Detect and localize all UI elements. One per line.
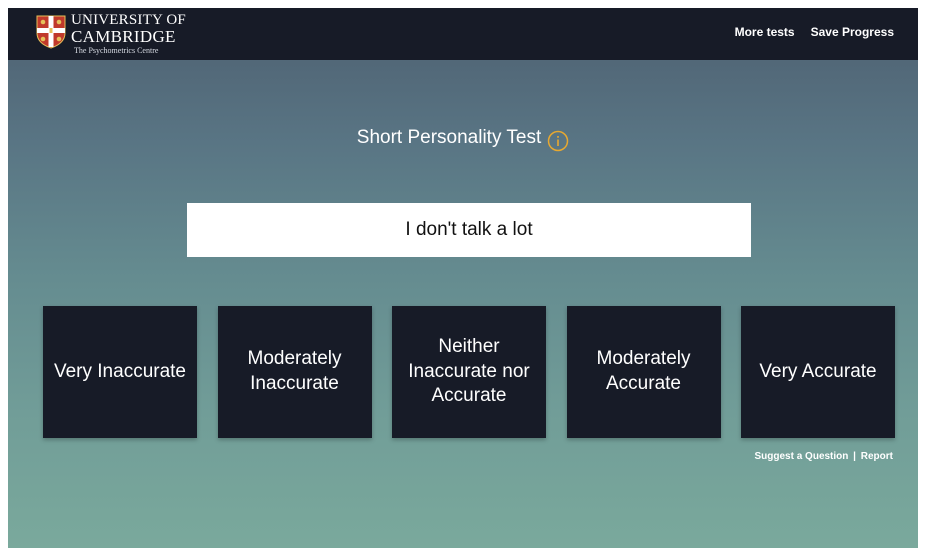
more-tests-link[interactable]: More tests bbox=[735, 25, 795, 39]
header-bar: UNIVERSITY OF CAMBRIDGE The Psychometric… bbox=[8, 8, 918, 60]
answer-very-accurate-button[interactable]: Very Accurate bbox=[741, 306, 895, 438]
save-progress-link[interactable]: Save Progress bbox=[811, 25, 894, 39]
footer-separator: | bbox=[853, 451, 856, 462]
logo-line-university: UNIVERSITY OF bbox=[71, 12, 186, 28]
university-shield-icon bbox=[36, 15, 66, 49]
answer-options: Very Inaccurate Moderately Inaccurate Ne… bbox=[43, 306, 895, 438]
answer-neither-button[interactable]: Neither Inaccurate nor Accurate bbox=[392, 306, 546, 438]
university-logo[interactable]: UNIVERSITY OF CAMBRIDGE The Psychometric… bbox=[36, 13, 186, 57]
answer-moderately-inaccurate-button[interactable]: Moderately Inaccurate bbox=[217, 306, 372, 438]
test-title-row: Short Personality Test bbox=[8, 124, 918, 152]
info-icon[interactable] bbox=[547, 130, 569, 152]
logo-text: UNIVERSITY OF CAMBRIDGE The Psychometric… bbox=[71, 13, 186, 55]
footer-links: Suggest a Question | Report bbox=[754, 451, 893, 462]
logo-line-cambridge: CAMBRIDGE bbox=[71, 27, 176, 46]
logo-line-centre: The Psychometrics Centre bbox=[74, 46, 159, 55]
page-title: Short Personality Test bbox=[356, 127, 542, 148]
answer-very-inaccurate-button[interactable]: Very Inaccurate bbox=[43, 306, 197, 438]
question-card: I don't talk a lot bbox=[187, 203, 751, 257]
suggest-question-link[interactable]: Suggest a Question bbox=[754, 451, 848, 462]
page-frame: UNIVERSITY OF CAMBRIDGE The Psychometric… bbox=[8, 8, 918, 548]
header-nav: More tests Save Progress bbox=[735, 25, 894, 39]
question-text: I don't talk a lot bbox=[405, 219, 533, 240]
answer-moderately-accurate-button[interactable]: Moderately Accurate bbox=[566, 306, 721, 438]
report-link[interactable]: Report bbox=[861, 451, 893, 462]
